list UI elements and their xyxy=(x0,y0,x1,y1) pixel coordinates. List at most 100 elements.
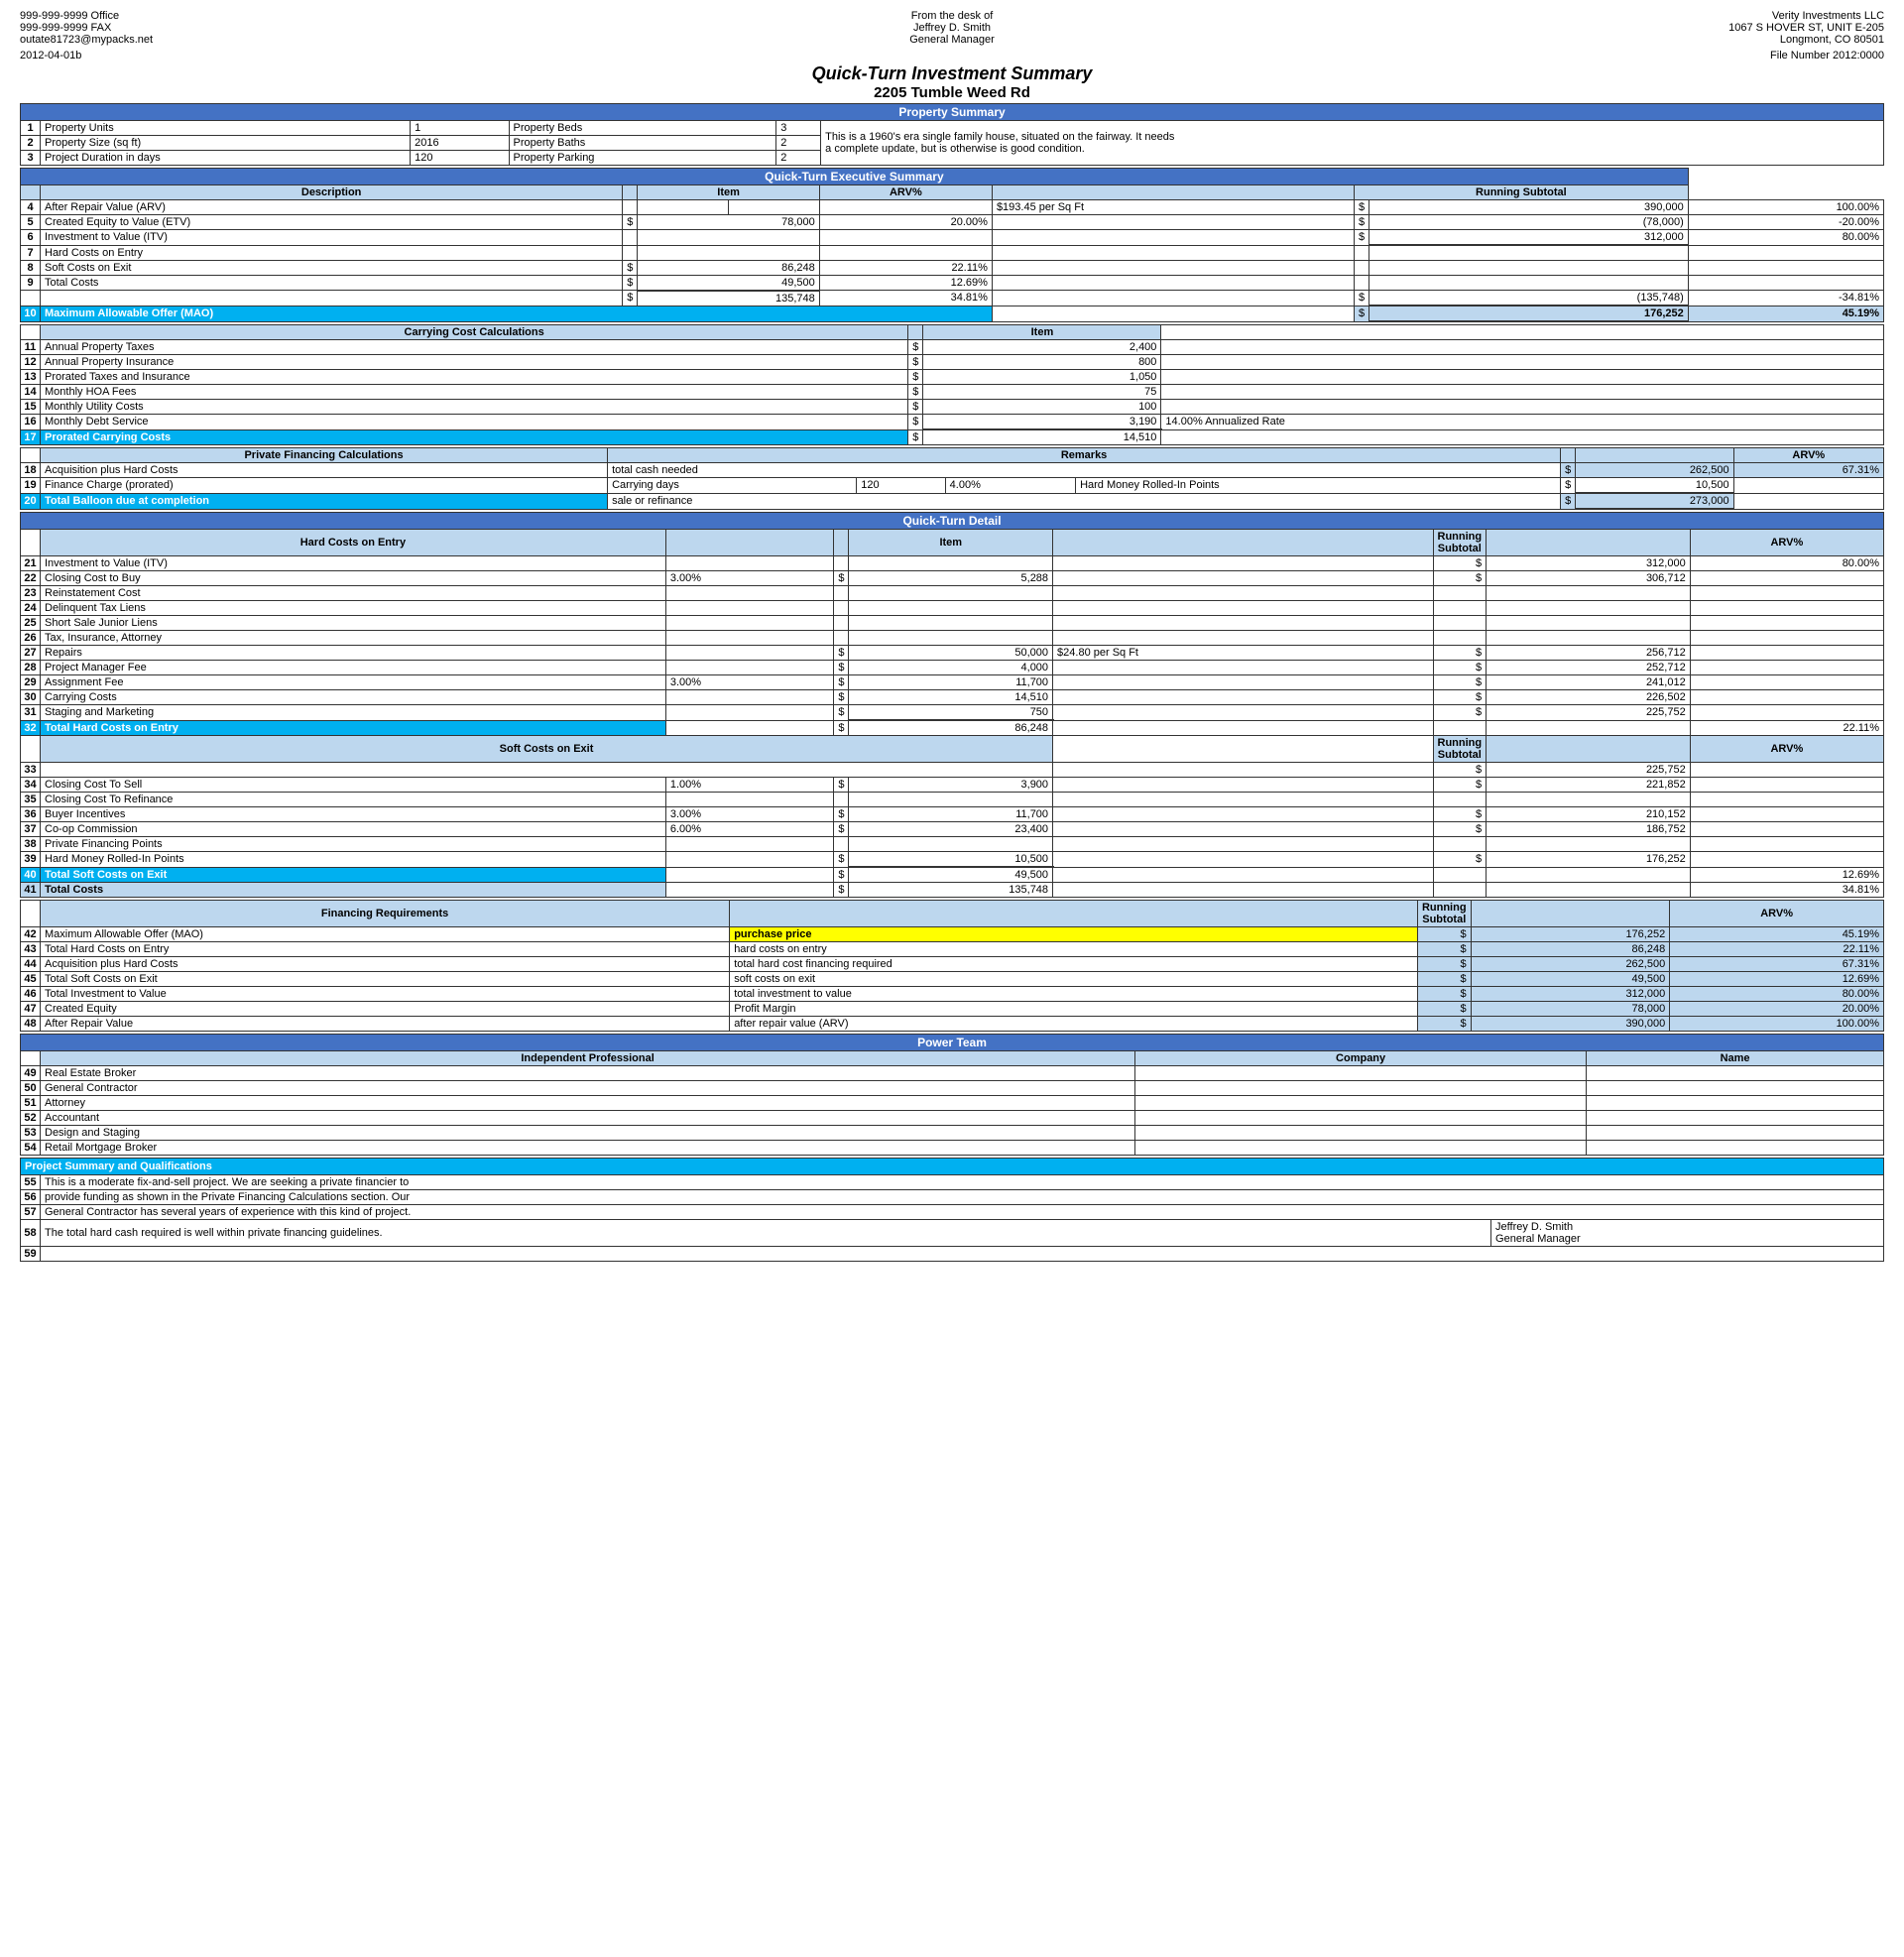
thce-sub-val xyxy=(1487,720,1691,736)
col-num xyxy=(21,185,41,200)
acct-name xyxy=(1587,1111,1884,1126)
pfp-note xyxy=(1053,837,1433,852)
tc2-label xyxy=(41,291,623,306)
col-running-subtotal: Running Subtotal xyxy=(1354,185,1688,200)
table-row: 5 Created Equity to Value (ETV) $ 78,000… xyxy=(21,215,1884,230)
row-num: 31 xyxy=(21,705,41,721)
document-date: 2012-04-01b xyxy=(20,50,81,61)
muc-label: Monthly Utility Costs xyxy=(41,400,908,415)
col-note xyxy=(992,185,1354,200)
hmrp-arv xyxy=(1690,852,1883,868)
row-num: 41 xyxy=(21,883,41,898)
itv2-sub-val: 312,000 xyxy=(1487,556,1691,571)
table-row: 25 Short Sale Junior Liens xyxy=(21,616,1884,631)
rep-note: $24.80 per Sq Ft xyxy=(1053,646,1433,661)
row-num: 35 xyxy=(21,793,41,807)
tc-total-sub-dollar xyxy=(1433,883,1487,898)
pti-val: 1,050 xyxy=(923,370,1161,385)
hce-pct xyxy=(819,245,992,260)
sce-dollar: $ xyxy=(623,260,638,275)
ssjl-arv xyxy=(1690,616,1883,631)
ce-note: Profit Margin xyxy=(730,1002,1418,1017)
tiv-sub-dollar: $ xyxy=(1417,987,1471,1002)
tsce2-note: soft costs on exit xyxy=(730,972,1418,987)
coc-dollar: $ xyxy=(834,822,849,837)
dtl-sub-dollar xyxy=(1433,601,1487,616)
tia-sub-val xyxy=(1487,631,1691,646)
tc-total-dollar: $ xyxy=(834,883,849,898)
table-row: 24 Delinquent Tax Liens xyxy=(21,601,1884,616)
itv-dollar xyxy=(623,230,638,246)
table-row: 52 Accountant xyxy=(21,1111,1884,1126)
table-row: 51 Attorney xyxy=(21,1096,1884,1111)
rmb-name xyxy=(1587,1141,1884,1156)
mao-row: 10 Maximum Allowable Offer (MAO) $ 176,2… xyxy=(21,306,1884,321)
dtl-note xyxy=(1053,601,1433,616)
mao-sub-val: 176,252 xyxy=(1369,306,1689,321)
soft-costs-header-row: Soft Costs on Exit Running Subtotal ARV% xyxy=(21,736,1884,763)
arv-val xyxy=(638,200,729,215)
signature-title: General Manager xyxy=(1495,1233,1879,1245)
thce2-sub-dollar: $ xyxy=(1417,942,1471,957)
property-summary-table: Property Summary 1 Property Units 1 Prop… xyxy=(20,103,1884,166)
sce-pct: 22.11% xyxy=(819,260,992,275)
af-dollar: $ xyxy=(834,675,849,690)
fcp-arv xyxy=(1733,478,1883,494)
cc-sub-val: 226,502 xyxy=(1487,690,1691,705)
tsce2-sub-dollar: $ xyxy=(1417,972,1471,987)
table-row: 48 After Repair Value after repair value… xyxy=(21,1017,1884,1032)
tc2-val: 135,748 xyxy=(638,291,819,306)
table-row: 29 Assignment Fee 3.00% $ 11,700 $ 241,0… xyxy=(21,675,1884,690)
cctb-val: 5,288 xyxy=(849,571,1053,586)
company-city: Longmont, CO 80501 xyxy=(1262,34,1884,46)
etv-sub-dollar: $ xyxy=(1354,215,1368,230)
header-right: Verity Investments LLC 1067 S HOVER ST, … xyxy=(1262,10,1884,46)
rep-dollar: $ xyxy=(834,646,849,661)
arv2-arv: 100.00% xyxy=(1670,1017,1884,1032)
rep-sub-val: 256,712 xyxy=(1487,646,1691,661)
table-row: 49 Real Estate Broker xyxy=(21,1066,1884,1081)
fr-col-arv: ARV% xyxy=(1670,901,1884,927)
dtl-label: Delinquent Tax Liens xyxy=(41,601,666,616)
hard-costs-header-row: Hard Costs on Entry Item Running Subtota… xyxy=(21,530,1884,556)
mhoa-dollar: $ xyxy=(908,385,923,400)
pf-header-num xyxy=(21,448,41,463)
sc-header: Soft Costs on Exit xyxy=(41,736,1053,763)
coc-label: Co-op Commission xyxy=(41,822,666,837)
coc-pct: 6.00% xyxy=(665,822,834,837)
itv2-note xyxy=(1053,556,1433,571)
row-num: 2 xyxy=(21,136,41,151)
ccts-pct: 1.00% xyxy=(665,778,834,793)
pt-col-name: Name xyxy=(1587,1051,1884,1066)
private-financing-table: Private Financing Calculations Remarks A… xyxy=(20,447,1884,510)
af-val: 11,700 xyxy=(849,675,1053,690)
thce2-sub-val: 86,248 xyxy=(1471,942,1670,957)
tia-val xyxy=(849,631,1053,646)
api-val: 800 xyxy=(923,355,1161,370)
das-label: Design and Staging xyxy=(41,1126,1135,1141)
ce-sub-dollar: $ xyxy=(1417,1002,1471,1017)
prop-baths-val: 2 xyxy=(776,136,821,151)
cctr-val xyxy=(849,793,1053,807)
cc-dollar: $ xyxy=(834,690,849,705)
sam-arv xyxy=(1690,705,1883,721)
itv2-dollar xyxy=(834,556,849,571)
tc-total-label: Total Costs xyxy=(41,883,666,898)
row-num: 16 xyxy=(21,415,41,430)
bi-sub-dollar: $ xyxy=(1433,807,1487,822)
table-row: 23 Reinstatement Cost xyxy=(21,586,1884,601)
cc-val: 14,510 xyxy=(849,690,1053,705)
cc-spacer xyxy=(1161,325,1884,340)
table-row: 36 Buyer Incentives 3.00% $ 11,700 $ 210… xyxy=(21,807,1884,822)
tc-val: 49,500 xyxy=(638,275,819,291)
prop-units-label: Property Units xyxy=(41,121,411,136)
row-num: 48 xyxy=(21,1017,41,1032)
mhoa-note xyxy=(1161,385,1884,400)
itv2-label: Investment to Value (ITV) xyxy=(41,556,666,571)
row-num: 18 xyxy=(21,463,41,478)
pf-header: Private Financing Calculations xyxy=(41,448,608,463)
cctb-label: Closing Cost to Buy xyxy=(41,571,666,586)
ps-row55: This is a moderate fix-and-sell project.… xyxy=(41,1175,1884,1190)
itv2-pct xyxy=(665,556,834,571)
tbd-sub-val: 273,000 xyxy=(1576,493,1733,509)
